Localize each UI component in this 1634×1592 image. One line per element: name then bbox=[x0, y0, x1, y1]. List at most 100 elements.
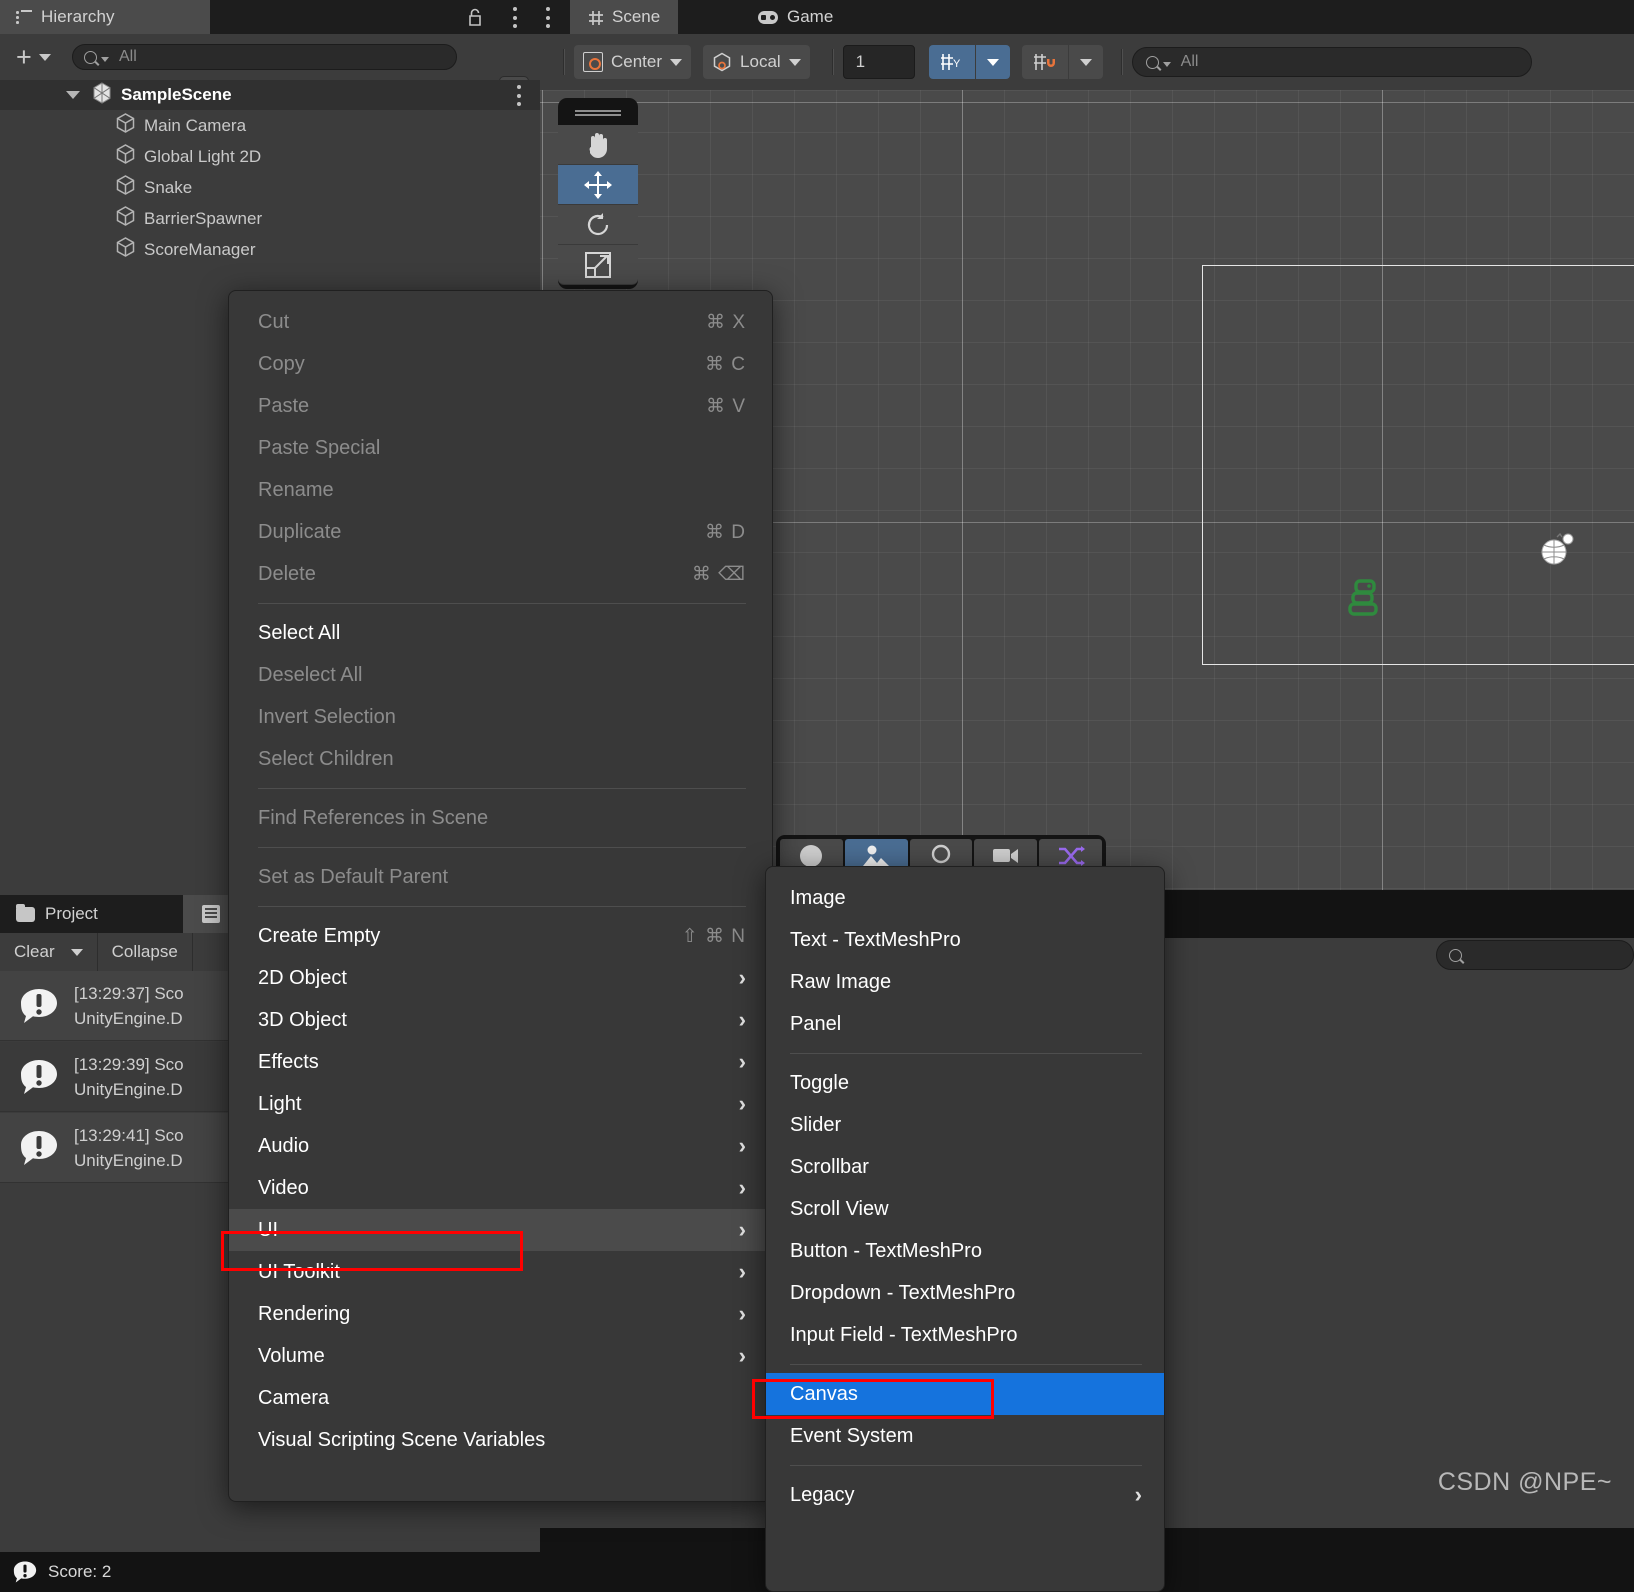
submenu-item-legacy[interactable]: Legacy › bbox=[766, 1474, 1164, 1516]
tab-hierarchy[interactable]: Hierarchy bbox=[0, 0, 210, 34]
menu-item-ui-toolkit[interactable]: UI Toolkit › bbox=[229, 1251, 772, 1293]
hierarchy-item-0[interactable]: Main Camera bbox=[0, 110, 540, 141]
pivot-mode-dropdown[interactable]: Center bbox=[574, 45, 692, 79]
snake-sprite[interactable] bbox=[1345, 578, 1385, 629]
grid-axis-dropdown[interactable] bbox=[975, 45, 1010, 79]
disclosure-triangle-icon[interactable] bbox=[66, 91, 80, 99]
global-light-gizmo[interactable] bbox=[1540, 532, 1576, 572]
snap-increment-toggle[interactable] bbox=[1021, 45, 1068, 79]
hierarchy-search-input[interactable]: All bbox=[72, 44, 457, 70]
menu-item-label: Copy bbox=[258, 352, 305, 375]
rotate-tool-button[interactable] bbox=[558, 205, 638, 245]
menu-item-camera[interactable]: Camera bbox=[229, 1377, 772, 1419]
menu-item-copy[interactable]: Copy ⌘ C bbox=[229, 343, 772, 385]
menu-item-create-empty[interactable]: Create Empty ⇧ ⌘ N bbox=[229, 915, 772, 957]
tab-project[interactable]: Project bbox=[0, 895, 180, 933]
submenu-item-image[interactable]: Image bbox=[766, 877, 1164, 919]
menu-item-set-default-parent[interactable]: Set as Default Parent bbox=[229, 856, 772, 898]
hierarchy-context-menu[interactable]: Cut ⌘ X Copy ⌘ C Paste ⌘ V Paste Special… bbox=[228, 290, 773, 1502]
overlay-drag-handle[interactable] bbox=[575, 110, 621, 116]
menu-item-ui[interactable]: UI › bbox=[229, 1209, 772, 1251]
console-status-text: Score: 2 bbox=[48, 1562, 112, 1581]
snap-increment-dropdown[interactable] bbox=[1068, 45, 1103, 79]
grid-axis-toggle[interactable]: Y bbox=[928, 45, 975, 79]
hierarchy-scene-row[interactable]: SampleScene bbox=[0, 80, 540, 110]
hierarchy-item-2[interactable]: Snake bbox=[0, 172, 540, 203]
submenu-item-event-system[interactable]: Event System bbox=[766, 1415, 1164, 1457]
handle-space-dropdown[interactable]: Local bbox=[703, 45, 810, 79]
lock-open-icon[interactable] bbox=[466, 7, 484, 27]
menu-item-audio[interactable]: Audio › bbox=[229, 1125, 772, 1167]
menu-item-select-all[interactable]: Select All bbox=[229, 612, 772, 654]
menu-item-effects[interactable]: Effects › bbox=[229, 1041, 772, 1083]
menu-item-cut[interactable]: Cut ⌘ X bbox=[229, 301, 772, 343]
menu-item-label: Deselect All bbox=[258, 663, 363, 686]
clear-button[interactable]: Clear bbox=[0, 933, 98, 971]
menu-item-2d-object[interactable]: 2D Object › bbox=[229, 957, 772, 999]
hierarchy-kebab-menu-icon[interactable] bbox=[513, 7, 518, 28]
tab-scene-label: Scene bbox=[612, 7, 661, 26]
grid-magnet-icon bbox=[1033, 54, 1055, 70]
scene-toolbar: Center Local 1 Y All bbox=[540, 34, 1634, 90]
chevron-right-icon: › bbox=[738, 1301, 746, 1326]
submenu-item-slider[interactable]: Slider bbox=[766, 1104, 1164, 1146]
tab-scene[interactable]: Scene bbox=[570, 0, 679, 34]
menu-item-volume[interactable]: Volume › bbox=[229, 1335, 772, 1377]
hierarchy-item-1[interactable]: Global Light 2D bbox=[0, 141, 540, 172]
hierarchy-item-3[interactable]: BarrierSpawner bbox=[0, 203, 540, 234]
chevron-down-icon bbox=[70, 948, 83, 956]
submenu-item-label: Button - TextMeshPro bbox=[790, 1239, 982, 1262]
submenu-item-scrollbar[interactable]: Scrollbar bbox=[766, 1146, 1164, 1188]
tab-game[interactable]: Game bbox=[740, 0, 851, 34]
menu-item-3d-object[interactable]: 3D Object › bbox=[229, 999, 772, 1041]
ui-submenu[interactable]: Image Text - TextMeshPro Raw Image Panel… bbox=[765, 866, 1165, 1592]
hand-tool-button[interactable] bbox=[558, 125, 638, 165]
submenu-item-scroll-view[interactable]: Scroll View bbox=[766, 1188, 1164, 1230]
menu-item-shortcut: ⌘ D bbox=[705, 521, 746, 543]
menu-item-invert-selection[interactable]: Invert Selection bbox=[229, 696, 772, 738]
scene-search-input[interactable]: All bbox=[1131, 47, 1532, 77]
submenu-item-dropdown-textmeshpro[interactable]: Dropdown - TextMeshPro bbox=[766, 1272, 1164, 1314]
hierarchy-item-4[interactable]: ScoreManager bbox=[0, 234, 540, 265]
menu-item-light[interactable]: Light › bbox=[229, 1083, 772, 1125]
gameobject-cube-icon bbox=[116, 175, 135, 200]
submenu-item-label: Dropdown - TextMeshPro bbox=[790, 1281, 1016, 1304]
menu-item-deselect-all[interactable]: Deselect All bbox=[229, 654, 772, 696]
menu-item-label: Select Children bbox=[258, 747, 394, 770]
scale-tool-button[interactable] bbox=[558, 245, 638, 285]
submenu-item-raw-image[interactable]: Raw Image bbox=[766, 961, 1164, 1003]
tab-project-label: Project bbox=[45, 904, 98, 923]
menu-item-paste[interactable]: Paste ⌘ V bbox=[229, 385, 772, 427]
menu-item-label: 2D Object bbox=[258, 966, 347, 989]
menu-item-select-children[interactable]: Select Children bbox=[229, 738, 772, 780]
inspector-search-input[interactable] bbox=[1436, 940, 1634, 970]
grid-size-input[interactable]: 1 bbox=[842, 45, 915, 79]
submenu-item-canvas[interactable]: Canvas bbox=[766, 1373, 1164, 1415]
submenu-item-label: Legacy bbox=[790, 1483, 855, 1506]
submenu-item-label: Slider bbox=[790, 1113, 842, 1136]
menu-item-find-references[interactable]: Find References in Scene bbox=[229, 797, 772, 839]
submenu-item-input-field-textmeshpro[interactable]: Input Field - TextMeshPro bbox=[766, 1314, 1164, 1356]
collapse-button[interactable]: Collapse bbox=[98, 933, 193, 971]
menu-item-video[interactable]: Video › bbox=[229, 1167, 772, 1209]
move-tool-button[interactable] bbox=[558, 165, 638, 205]
scene-row-kebab-icon[interactable] bbox=[517, 85, 522, 106]
chevron-down-icon bbox=[986, 58, 999, 66]
chevron-right-icon: › bbox=[738, 1259, 746, 1284]
console-log-text: [13:29:39] Sco UnityEngine.D bbox=[74, 1054, 184, 1099]
menu-item-rendering[interactable]: Rendering › bbox=[229, 1293, 772, 1335]
menu-item-visual-scripting-scene-variables[interactable]: Visual Scripting Scene Variables bbox=[229, 1419, 772, 1461]
menu-item-rename[interactable]: Rename bbox=[229, 469, 772, 511]
submenu-item-text-textmeshpro[interactable]: Text - TextMeshPro bbox=[766, 919, 1164, 961]
menu-item-paste-special[interactable]: Paste Special bbox=[229, 427, 772, 469]
scene-tabstrip-kebab-icon[interactable] bbox=[546, 7, 551, 28]
menu-item-delete[interactable]: Delete ⌘ ⌫ bbox=[229, 553, 772, 595]
submenu-divider bbox=[790, 1364, 1142, 1365]
submenu-item-toggle[interactable]: Toggle bbox=[766, 1062, 1164, 1104]
menu-item-label: Camera bbox=[258, 1386, 330, 1409]
hierarchy-add-button[interactable]: + bbox=[16, 44, 60, 71]
submenu-item-button-textmeshpro[interactable]: Button - TextMeshPro bbox=[766, 1230, 1164, 1272]
menu-item-duplicate[interactable]: Duplicate ⌘ D bbox=[229, 511, 772, 553]
submenu-item-panel[interactable]: Panel bbox=[766, 1003, 1164, 1045]
scene-game-tabstrip: Scene Game bbox=[540, 0, 1634, 34]
